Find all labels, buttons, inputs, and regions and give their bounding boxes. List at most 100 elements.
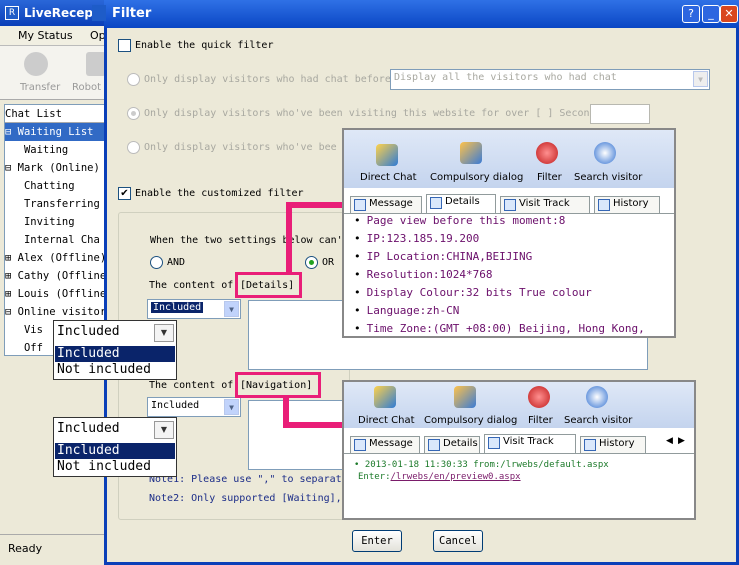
radio-visiting-duration[interactable] [127, 107, 140, 120]
panel1-filter-label[interactable]: Filter [537, 172, 562, 183]
details-info-value: 32 bits True colour [465, 286, 592, 299]
chevron-down-icon[interactable]: ▼ [154, 324, 174, 342]
popup1-current: Included [57, 324, 120, 339]
seconds-input[interactable] [590, 104, 650, 124]
panel1-tab-visit-track[interactable]: Visit Track [500, 196, 590, 213]
panel2-tab-visit-track[interactable]: Visit Track [484, 434, 576, 453]
history-icon [584, 439, 596, 451]
panel2-tab-details[interactable]: Details [424, 436, 480, 453]
details-info-key: IP Location: [366, 250, 447, 263]
cancel-button[interactable]: Cancel [433, 530, 483, 552]
had-chat-select[interactable]: Display all the visitors who had chat ▼ [390, 69, 710, 90]
panel2-tab-message[interactable]: Message [350, 436, 420, 453]
tree-item[interactable]: Waiting [5, 141, 107, 159]
tree-item[interactable]: ⊟ Mark (Online) [5, 159, 107, 177]
bullet-icon: • [354, 304, 361, 317]
details-icon [428, 439, 440, 451]
status-bar: Ready [0, 534, 110, 565]
popup2-option-not-included[interactable]: Not included [55, 459, 175, 475]
navigation-textarea[interactable] [248, 400, 348, 470]
bullet-icon: • [354, 268, 361, 281]
transfer-button[interactable]: Transfer [20, 82, 60, 93]
tab-scroll-left-icon[interactable]: ◀ [666, 436, 673, 446]
visit-track-panel: Direct Chat Compulsory dialog Filter Sea… [342, 380, 696, 520]
details-panel: Direct Chat Compulsory dialog Filter Sea… [342, 128, 676, 338]
navigation-highlight-box [235, 372, 321, 398]
visit-track-link[interactable]: /lrwebs/en/preview0.aspx [391, 472, 521, 482]
tree-item[interactable]: ⊟ Waiting List [5, 123, 107, 141]
chevron-down-icon: ▼ [224, 399, 239, 415]
popup2-option-included[interactable]: Included [55, 443, 175, 459]
radio-or[interactable] [305, 256, 318, 269]
bullet-icon: • [354, 286, 361, 299]
include-dropdown-popup-1: Included ▼ Included Not included [53, 320, 177, 380]
details-info-line: • Page view before this moment:8 [354, 212, 674, 230]
help-button[interactable]: ? [682, 5, 700, 23]
panel1-tab-details[interactable]: Details [426, 194, 496, 213]
panel1-search-label[interactable]: Search visitor [574, 172, 642, 183]
details-info-key: Page [366, 214, 394, 227]
minimize-button[interactable]: _ [702, 5, 720, 23]
tree-item[interactable]: Chat List [5, 105, 107, 123]
direct-chat-icon [374, 386, 396, 408]
tree-item[interactable]: Internal Cha [5, 231, 107, 249]
panel2-filter-label[interactable]: Filter [528, 415, 553, 426]
details-info-key: Resolution: [366, 268, 440, 281]
chevron-down-icon: ▼ [693, 71, 708, 87]
bullet-icon: • [354, 214, 361, 227]
popup1-option-not-included[interactable]: Not included [55, 362, 175, 378]
tree-item[interactable]: Chatting [5, 177, 107, 195]
tree-item[interactable]: ⊟ Online visitor [5, 303, 107, 321]
connector-details-v [286, 202, 292, 274]
visit-track-enter-line: Enter:/lrwebs/en/preview0.aspx [358, 472, 521, 482]
panel2-search-label[interactable]: Search visitor [564, 415, 632, 426]
details-select-value: Included [151, 302, 204, 313]
message-icon [354, 439, 366, 451]
tree-item[interactable]: Transferring [5, 195, 107, 213]
visit-track-enter-prefix: Enter: [358, 472, 391, 482]
details-info-value: 1024*768 [439, 268, 493, 281]
radio-and[interactable] [150, 256, 163, 269]
radio-third-option[interactable] [127, 141, 140, 154]
transfer-icon [24, 52, 48, 76]
panel1-compulsory-label[interactable]: Compulsory dialog [430, 172, 523, 183]
custom-filter-checkbox[interactable]: ✔ [118, 187, 131, 200]
panel2-compulsory-label[interactable]: Compulsory dialog [424, 415, 517, 426]
navigation-include-select[interactable]: Included ▼ [147, 397, 241, 417]
had-chat-select-value: Display all the visitors who had chat [394, 72, 617, 83]
quick-filter-checkbox[interactable] [118, 39, 131, 52]
panel1-tab-message[interactable]: Message [350, 196, 422, 213]
details-info-value: view before this moment:8 [393, 214, 566, 227]
and-label: AND [167, 257, 186, 268]
details-info-value: CHINA,BEIJING [446, 250, 533, 263]
enter-button[interactable]: Enter [352, 530, 402, 552]
navigation-select-value: Included [151, 400, 200, 411]
tree-item[interactable]: ⊞ Cathy (Offline [5, 267, 107, 285]
chevron-down-icon[interactable]: ▼ [154, 421, 174, 439]
details-include-select[interactable]: Included ▼ [147, 299, 241, 319]
panel1-tab-history[interactable]: History [594, 196, 660, 213]
tree-item[interactable]: ⊞ Alex (Offline) [5, 249, 107, 267]
tab-scroll-right-icon[interactable]: ▶ [678, 436, 685, 446]
panel2-tab-history[interactable]: History [580, 436, 646, 453]
filter-toolbar-icon [528, 386, 550, 408]
settings-description: When the two settings below can' [150, 235, 343, 246]
chat-list-tree[interactable]: Chat List ⊟ Waiting List Waiting ⊟ Mark (O… [4, 104, 108, 356]
radio-had-chat[interactable] [127, 73, 140, 86]
panel2-direct-chat-label[interactable]: Direct Chat [358, 415, 415, 426]
search-visitor-icon [594, 142, 616, 164]
note-1: Note1: Please use "," to separat [149, 474, 342, 485]
tree-item[interactable]: ⊞ Louis (Offline [5, 285, 107, 303]
opt-had-chat-label: Only display visitors who had chat befor… [144, 74, 391, 85]
popup1-option-included[interactable]: Included [55, 346, 175, 362]
panel1-direct-chat-label[interactable]: Direct Chat [360, 172, 417, 183]
background-toolbar: Transfer Robot [0, 46, 110, 100]
tree-item[interactable]: Inviting [5, 213, 107, 231]
popup2-current: Included [57, 421, 120, 436]
filter-icon [92, 5, 106, 21]
filter-dialog-title: Filter [104, 0, 739, 28]
details-info-value: (GMT +08:00) Beijing, Hong Kong, [432, 322, 645, 335]
app-logo-icon: R [5, 6, 19, 20]
close-button[interactable]: ✕ [720, 5, 738, 23]
robot-button[interactable]: Robot [72, 82, 101, 93]
